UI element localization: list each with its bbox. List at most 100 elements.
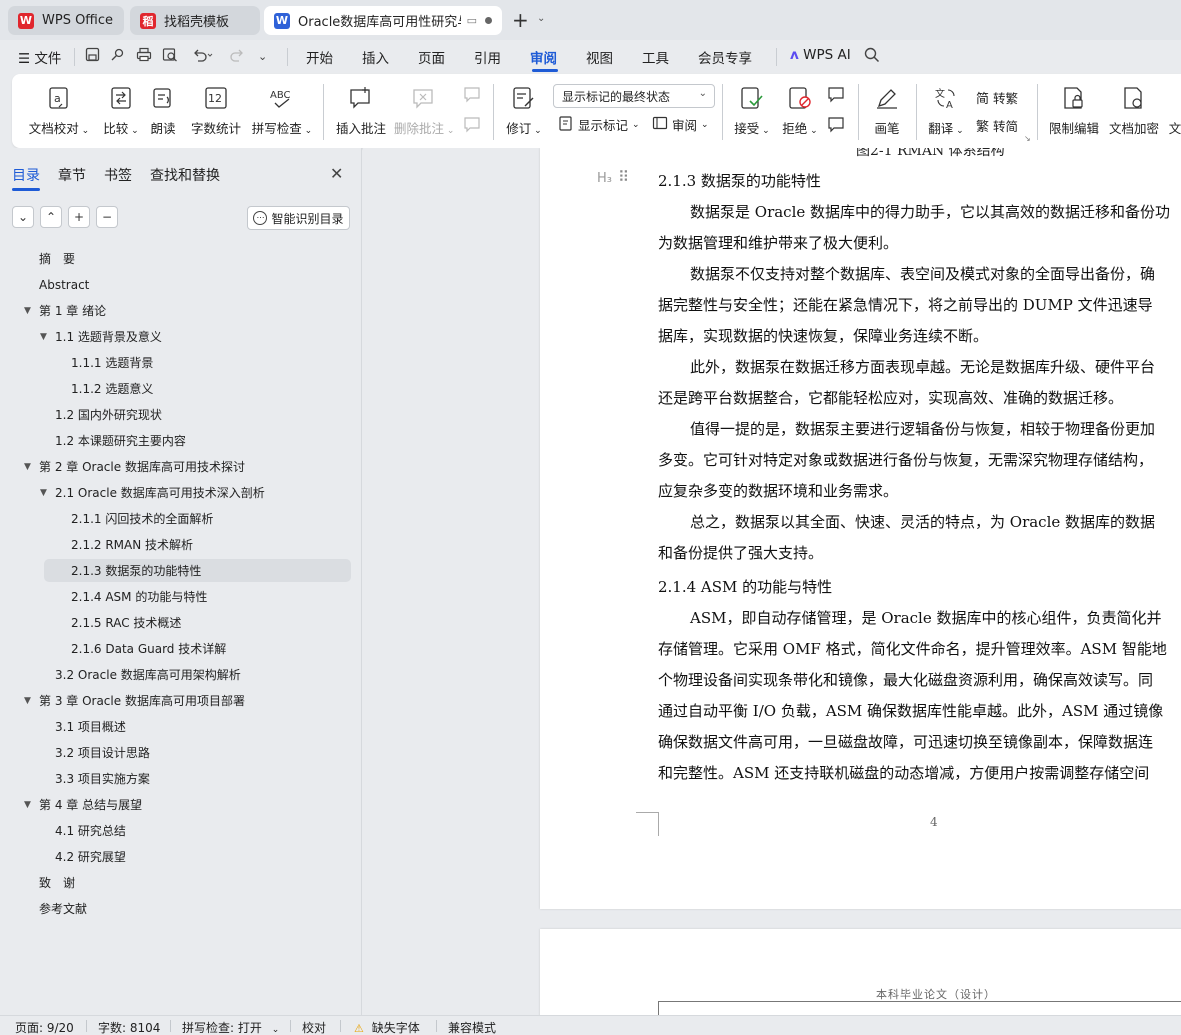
- previous-change-icon[interactable]: [826, 86, 846, 107]
- draw-button[interactable]: 画笔: [870, 84, 904, 137]
- toc-item[interactable]: 2.1.5 RAC 技术概述: [71, 612, 181, 634]
- caret-down-icon[interactable]: ▼: [24, 794, 31, 816]
- tab-member[interactable]: 会员专享: [698, 47, 752, 67]
- caret-down-icon[interactable]: ▼: [40, 482, 47, 504]
- reject-button[interactable]: 拒绝 ⌄: [780, 84, 820, 137]
- unsaved-dot-icon[interactable]: [485, 17, 492, 24]
- toc-item[interactable]: 致 谢: [39, 872, 75, 894]
- caret-down-icon[interactable]: ▼: [24, 300, 31, 322]
- proofread-status[interactable]: 校对: [302, 1019, 326, 1035]
- to-simplified-button[interactable]: 繁 转简: [976, 116, 1018, 135]
- tab-insert[interactable]: 插入: [362, 47, 389, 67]
- more-ribbon-button[interactable]: 文: [1168, 84, 1181, 137]
- quick-access-more-icon[interactable]: ⌄: [258, 50, 267, 63]
- proofread-button[interactable]: a 文档校对 ⌄: [28, 84, 90, 137]
- read-aloud-button[interactable]: 朗读: [148, 84, 178, 137]
- tab-page[interactable]: 页面: [418, 47, 445, 67]
- next-change-icon[interactable]: [826, 116, 846, 137]
- missing-font-status[interactable]: ⚠ 缺失字体: [354, 1019, 420, 1035]
- print-icon[interactable]: [136, 47, 152, 66]
- toc-item[interactable]: 1.1.2 选题意义: [71, 378, 153, 400]
- nav-tab-bookmarks[interactable]: 书签: [104, 165, 132, 185]
- toc-item[interactable]: 2.1.4 ASM 的功能与特性: [71, 586, 207, 608]
- toc-item[interactable]: 1.1.1 选题背景: [71, 352, 153, 374]
- toc-item[interactable]: 4.1 研究总结: [55, 820, 126, 842]
- remove-level-button[interactable]: −: [96, 206, 118, 228]
- search-icon[interactable]: [864, 47, 880, 67]
- tab-tools[interactable]: 工具: [642, 47, 669, 67]
- encrypt-button[interactable]: 文档加密: [1106, 84, 1162, 137]
- caret-down-icon[interactable]: ▼: [40, 326, 47, 348]
- toc-item[interactable]: 3.1 项目概述: [55, 716, 126, 738]
- toc-item[interactable]: 参考文献: [39, 898, 87, 920]
- toc-item[interactable]: 摘 要: [39, 248, 75, 270]
- save-icon[interactable]: [85, 47, 100, 66]
- insert-comment-button[interactable]: 插入批注: [334, 84, 388, 137]
- tab-wps-office[interactable]: W WPS Office: [8, 6, 124, 35]
- document-page-next[interactable]: 本科毕业论文（设计）: [540, 929, 1181, 1015]
- spell-check-status[interactable]: 拼写检查: 打开 ⌄: [182, 1019, 279, 1035]
- page-indicator[interactable]: 页面: 9/20: [15, 1019, 74, 1035]
- wps-ai-button[interactable]: ʌ WPS AI: [790, 47, 851, 63]
- toc-item[interactable]: 3.2 项目设计思路: [55, 742, 150, 764]
- to-traditional-button[interactable]: 简 转繁: [976, 88, 1018, 107]
- file-menu[interactable]: ☰ 文件: [18, 47, 61, 67]
- document-canvas[interactable]: 图2-1 RMAN 体系结构 H₃ ⠿ 2.1.3 数据泵的功能特性 数据泵是 …: [363, 148, 1181, 1015]
- toc-item[interactable]: 1.2 本课题研究主要内容: [55, 430, 186, 452]
- toc-item[interactable]: 第 1 章 绪论: [39, 300, 106, 322]
- toc-item[interactable]: 3.2 Oracle 数据库高可用架构解析: [55, 664, 241, 686]
- chevron-down-icon[interactable]: ⌄: [537, 13, 545, 24]
- toc-item[interactable]: Abstract: [39, 274, 89, 296]
- tab-view[interactable]: 视图: [586, 47, 613, 67]
- toc-item[interactable]: 第 3 章 Oracle 数据库高可用项目部署: [39, 690, 245, 712]
- restrict-edit-button[interactable]: 限制编辑: [1046, 84, 1102, 137]
- spell-check-button[interactable]: ABC 拼写检查 ⌄: [250, 84, 314, 137]
- toc-item[interactable]: 3.3 项目实施方案: [55, 768, 150, 790]
- print-preview-icon[interactable]: [162, 47, 178, 66]
- nav-tab-sections[interactable]: 章节: [58, 165, 86, 185]
- next-comment-icon[interactable]: [462, 116, 482, 137]
- compare-button[interactable]: 比较 ⌄: [98, 84, 144, 137]
- tab-references[interactable]: 引用: [474, 47, 501, 67]
- toc-item[interactable]: 第 2 章 Oracle 数据库高可用技术探讨: [39, 456, 245, 478]
- expand-dialog-icon[interactable]: ↘: [1024, 134, 1031, 143]
- toc-item[interactable]: 4.2 研究展望: [55, 846, 126, 868]
- caret-down-icon[interactable]: ▼: [24, 456, 31, 478]
- drag-handle-icon[interactable]: ⠿: [618, 168, 629, 186]
- toc-item-current[interactable]: 2.1.3 数据泵的功能特性: [71, 560, 201, 582]
- collapse-up-button[interactable]: ⌃: [40, 206, 62, 228]
- show-markup-button[interactable]: 显示标记 ⌄: [558, 115, 640, 134]
- revise-button[interactable]: 修订 ⌄: [504, 84, 544, 137]
- word-count-indicator[interactable]: 字数: 8104: [98, 1019, 160, 1035]
- close-icon[interactable]: ✕: [330, 164, 343, 183]
- nav-tab-toc[interactable]: 目录: [12, 165, 40, 185]
- heading-level-marker[interactable]: H₃: [597, 171, 612, 186]
- toc-item[interactable]: 2.1.2 RMAN 技术解析: [71, 534, 193, 556]
- review-pane-button[interactable]: 审阅 ⌄: [652, 115, 709, 134]
- toc-item[interactable]: 第 4 章 总结与展望: [39, 794, 142, 816]
- toc-item[interactable]: 1.2 国内外研究现状: [55, 404, 162, 426]
- caret-down-icon[interactable]: ▼: [24, 690, 31, 712]
- add-level-button[interactable]: +: [68, 206, 90, 228]
- accept-button[interactable]: 接受 ⌄: [732, 84, 772, 137]
- undo-icon[interactable]: [192, 47, 214, 66]
- new-tab-plus-icon[interactable]: +: [512, 8, 529, 32]
- toc-item[interactable]: 2.1.6 Data Guard 技术详解: [71, 638, 226, 660]
- nav-tab-find-replace[interactable]: 查找和替换: [150, 165, 220, 185]
- toc-item[interactable]: 2.1.1 闪回技术的全面解析: [71, 508, 213, 530]
- previous-comment-icon[interactable]: [462, 86, 482, 107]
- markup-mode-dropdown[interactable]: 显示标记的最终状态 ⌄: [553, 84, 715, 108]
- tab-review[interactable]: 审阅: [530, 47, 557, 67]
- tab-template[interactable]: 稻 找稻壳模板: [130, 6, 260, 35]
- document-page[interactable]: 图2-1 RMAN 体系结构 H₃ ⠿ 2.1.3 数据泵的功能特性 数据泵是 …: [540, 148, 1181, 909]
- toc-item[interactable]: 1.1 选题背景及意义: [55, 326, 162, 348]
- link-icon[interactable]: [110, 47, 125, 66]
- delete-comment-button[interactable]: 删除批注 ⌄: [394, 84, 454, 137]
- toc-item[interactable]: 2.1 Oracle 数据库高可用技术深入剖析: [55, 482, 265, 504]
- word-count-button[interactable]: 12 字数统计: [188, 84, 244, 137]
- smart-toc-button[interactable]: ⋯ 智能识别目录: [247, 206, 350, 230]
- tab-document[interactable]: W Oracle数据库高可用性研究与 ▭: [264, 6, 502, 35]
- translate-button[interactable]: 文A 翻译 ⌄: [926, 84, 966, 137]
- tab-home[interactable]: 开始: [306, 47, 333, 67]
- expand-down-button[interactable]: ⌄: [12, 206, 34, 228]
